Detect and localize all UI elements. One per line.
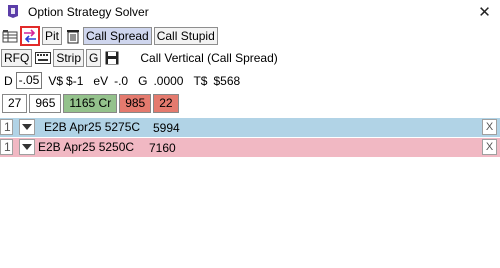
strategy-call-stupid-button[interactable]: Call Stupid xyxy=(153,27,218,45)
leg-symbol: E2B Apr25 5275C xyxy=(44,120,141,134)
toolbar-actions: RFQ Strip G Call Vertical (Call Spread) xyxy=(0,49,284,67)
delta-label: D xyxy=(4,73,13,88)
toolbar-strategy: Pit Call Spread Call Stupid xyxy=(0,26,220,46)
keyboard-button[interactable] xyxy=(34,49,52,67)
chevron-down-icon xyxy=(22,124,32,130)
app-icon xyxy=(8,5,18,18)
remove-leg-button[interactable]: X xyxy=(482,139,497,155)
ev-label: eV xyxy=(93,73,109,88)
leg-quantity[interactable]: 1 xyxy=(0,139,13,155)
grid-icon[interactable] xyxy=(1,27,19,45)
ev-value: -.0 xyxy=(114,73,129,88)
leg-dropdown[interactable] xyxy=(19,139,35,155)
ask-size[interactable]: 22 xyxy=(153,94,179,113)
pit-button[interactable]: Pit xyxy=(42,27,63,45)
gamma-label: G xyxy=(138,73,148,88)
leg-quantity[interactable]: 1 xyxy=(0,119,13,135)
leg-symbol: E2B Apr25 5250C xyxy=(38,140,135,154)
window-close-button[interactable]: ✕ xyxy=(469,0,500,24)
table-icon xyxy=(2,30,18,43)
mid-price[interactable]: 1165 Cr xyxy=(63,94,118,113)
theta-dollar-value: $568 xyxy=(213,73,241,88)
gamma-value: .0000 xyxy=(153,73,184,88)
title-bar: Option Strategy Solver ✕ xyxy=(0,0,500,24)
bid-price[interactable]: 965 xyxy=(29,94,62,113)
chevron-down-icon xyxy=(22,144,32,150)
strategy-description: Call Vertical (Call Spread) xyxy=(140,51,278,65)
rfq-button[interactable]: RFQ xyxy=(1,49,33,67)
leg-price: 7160 xyxy=(149,141,176,155)
vega-dollar-value: $-1 xyxy=(66,73,84,88)
swap-arrows-icon xyxy=(24,29,36,43)
remove-leg-button[interactable]: X xyxy=(482,119,497,135)
swap-button[interactable] xyxy=(20,26,40,46)
keyboard-icon xyxy=(35,52,52,64)
window-title: Option Strategy Solver xyxy=(28,5,149,19)
delta-value[interactable]: -.05 xyxy=(15,72,43,89)
leg-price: 5994 xyxy=(153,121,180,135)
trash-icon xyxy=(67,30,80,44)
strategy-call-spread-button[interactable]: Call Spread xyxy=(83,27,152,45)
leg-row[interactable]: 1 E2B Apr25 5275C 5994 X xyxy=(0,118,500,137)
bid-size[interactable]: 27 xyxy=(2,94,28,113)
leg-row[interactable]: 1 E2B Apr25 5250C 7160 X xyxy=(0,138,500,157)
leg-dropdown[interactable] xyxy=(19,119,35,135)
quote-row: 27 965 1165 Cr 985 22 xyxy=(2,94,181,113)
save-icon xyxy=(105,51,119,65)
greeks-row: D -.05 V$ $-1 eV -.0 G .0000 T$ $568 xyxy=(4,72,246,89)
theta-dollar-label: T$ xyxy=(193,73,208,88)
vega-dollar-label: V$ xyxy=(48,73,64,88)
trash-button[interactable] xyxy=(64,27,82,45)
ask-price[interactable]: 985 xyxy=(119,94,152,113)
save-button[interactable] xyxy=(103,49,121,67)
g-button[interactable]: G xyxy=(86,49,102,67)
strip-button[interactable]: Strip xyxy=(53,49,85,67)
